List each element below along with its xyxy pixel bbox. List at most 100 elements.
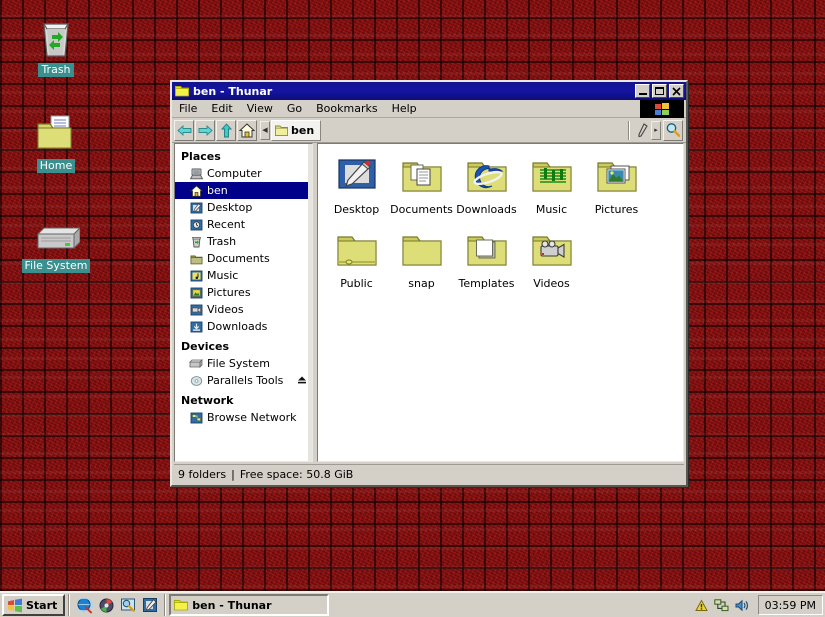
path-bar[interactable]: ◀ ben [260,120,623,141]
eject-icon[interactable] [297,375,307,385]
file-item-label: Public [324,277,389,290]
status-bar: 9 folders | Free space: 50.8 GiB [174,464,684,483]
tray-warning[interactable] [692,595,712,615]
start-button[interactable]: Start [2,594,65,616]
desktop[interactable]: Trash Home [0,0,825,591]
path-previous-button[interactable]: ◀ [260,121,270,140]
trash-icon [10,14,102,58]
quicklaunch-web-browser[interactable] [73,594,95,616]
thunar-window[interactable]: ben - Thunar File Edit View Go Bookmarks… [170,80,688,487]
quicklaunch-text-editor[interactable] [139,594,161,616]
taskbar-clock[interactable]: 03:59 PM [758,595,823,615]
start-button-label: Start [26,599,57,612]
sidebar-item-computer[interactable]: Computer [175,165,312,182]
sidebar-item-label: Parallels Tools [207,374,283,387]
search-button[interactable] [663,120,683,141]
file-item-label: snap [389,277,454,290]
music-icon [189,269,203,283]
sidebar-item-parallels-tools[interactable]: Parallels Tools [175,372,312,389]
up-button[interactable] [216,120,236,141]
sidebar-item-file-system[interactable]: File System [175,355,312,372]
sidebar-item-browse-network[interactable]: Browse Network [175,409,312,426]
desktop-icon-file-system[interactable]: File System [10,210,102,273]
public-folder-icon [324,226,389,276]
sidebar-section-devices: Devices [175,338,312,355]
pictures-icon [189,286,203,300]
task-list[interactable]: ben - Thunar [169,594,691,616]
arrow-up-icon [220,123,233,138]
file-item-snap[interactable]: snap [389,226,454,290]
file-item-downloads[interactable]: Downloads [454,152,519,216]
pencil-icon [637,123,648,138]
breadcrumb-label: ben [291,124,314,137]
maximize-button[interactable] [652,84,667,98]
sidebar-item-label: ben [207,184,228,197]
tray-volume[interactable] [732,595,752,615]
back-button[interactable] [174,120,194,141]
file-item-documents[interactable]: Documents [389,152,454,216]
quicklaunch-media-player[interactable] [95,594,117,616]
documents-icon [189,252,203,266]
system-tray[interactable] [692,594,754,616]
desktop-icon-home[interactable]: Home [10,110,102,173]
file-pane[interactable]: Desktop [317,143,684,462]
file-item-label: Downloads [454,203,519,216]
path-next-button[interactable]: ▸ [651,121,661,140]
quicklaunch-file-manager[interactable] [117,594,139,616]
windows-logo-icon [7,598,23,613]
forward-button[interactable] [195,120,215,141]
sidebar-item-desktop[interactable]: Desktop [175,199,312,216]
home-icon [189,184,203,198]
menu-bar[interactable]: File Edit View Go Bookmarks Help [172,100,686,118]
sidebar[interactable]: Places Computer [174,143,313,462]
window-title: ben - Thunar [193,85,633,98]
sidebar-item-recent[interactable]: Recent [175,216,312,233]
menu-view[interactable]: View [241,101,279,116]
menu-bookmarks[interactable]: Bookmarks [310,101,383,116]
menu-file[interactable]: File [173,101,203,116]
minimize-button[interactable] [635,84,650,98]
file-item-pictures[interactable]: Pictures [584,152,649,216]
file-grid: Desktop [324,152,677,300]
search-icon [665,122,681,138]
status-free-space: Free space: 50.8 GiB [240,468,353,481]
window-titlebar[interactable]: ben - Thunar [172,82,686,100]
task-button-ben-thunar[interactable]: ben - Thunar [169,594,329,616]
file-item-desktop[interactable]: Desktop [324,152,389,216]
task-button-label: ben - Thunar [192,599,271,612]
edit-path-button[interactable] [633,120,651,141]
taskbar[interactable]: Start [0,591,825,617]
sidebar-scrollbar[interactable] [308,144,312,461]
home-folder-icon [10,110,102,154]
arrow-right-icon [198,124,213,137]
toolbar[interactable]: ◀ ben ▸ [172,118,686,143]
menu-go[interactable]: Go [281,101,308,116]
breadcrumb-ben[interactable]: ben [271,120,321,141]
menu-edit[interactable]: Edit [205,101,238,116]
desktop-icon-label: Trash [38,63,73,77]
file-item-videos[interactable]: Videos [519,226,584,290]
network-icon [189,411,203,425]
sidebar-item-trash[interactable]: Trash [175,233,312,250]
home-button[interactable] [237,120,257,141]
menu-help[interactable]: Help [386,101,423,116]
sidebar-item-downloads[interactable]: Downloads [175,318,312,335]
plain-folder-icon [389,226,454,276]
sidebar-item-music[interactable]: Music [175,267,312,284]
path-bar-empty-area[interactable] [321,120,623,141]
downloads-folder-icon [454,152,519,202]
close-button[interactable] [669,84,684,98]
sidebar-item-label: Videos [207,303,244,316]
desktop-icon-trash[interactable]: Trash [10,14,102,77]
file-item-public[interactable]: Public [324,226,389,290]
sidebar-item-videos[interactable]: Videos [175,301,312,318]
tray-network[interactable] [712,595,732,615]
sidebar-item-documents[interactable]: Documents [175,250,312,267]
pictures-folder-icon [584,152,649,202]
sidebar-item-pictures[interactable]: Pictures [175,284,312,301]
sidebar-item-ben[interactable]: ben [175,182,312,199]
file-item-templates[interactable]: Templates [454,226,519,290]
quick-launch[interactable] [73,594,161,616]
file-item-label: Templates [454,277,519,290]
file-item-music[interactable]: Music [519,152,584,216]
